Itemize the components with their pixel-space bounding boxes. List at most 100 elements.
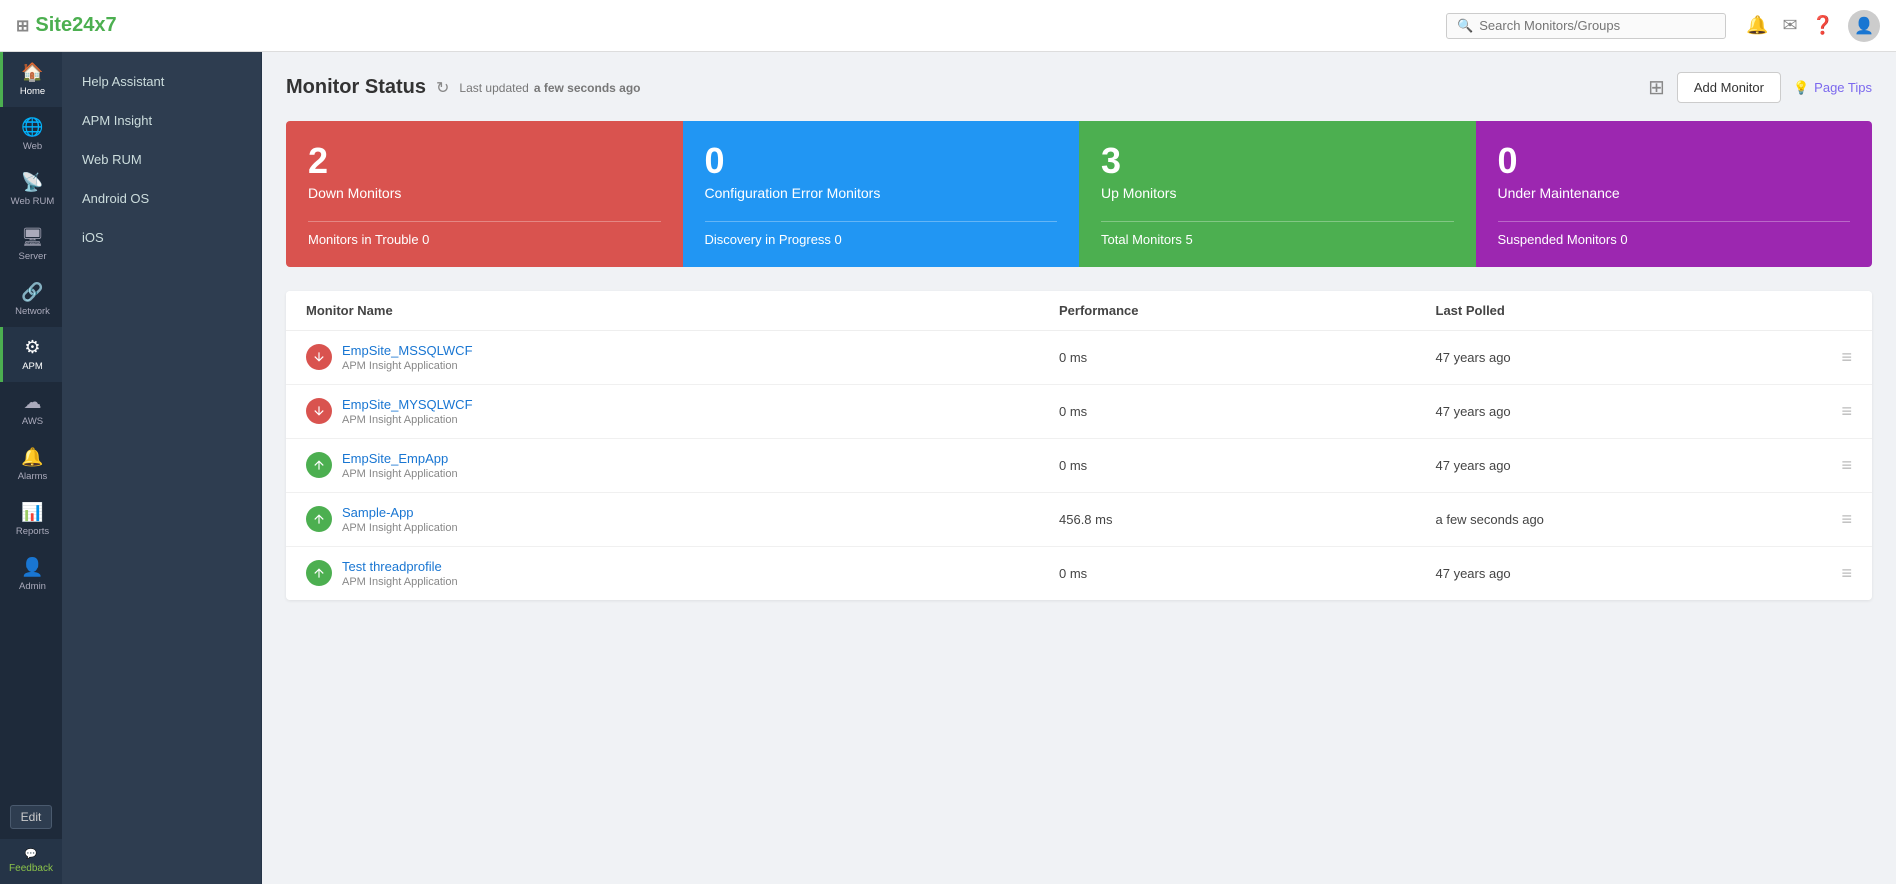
table-row: Test threadprofile APM Insight Applicati… xyxy=(286,547,1872,600)
sidebar: 🏠 Home 🌐 Web 📡 Web RUM 🖥 Server 🔗 Networ… xyxy=(0,52,62,884)
sidebar-item-network[interactable]: 🔗 Network xyxy=(0,272,62,327)
reports-icon: 📊 xyxy=(21,502,43,523)
last-polled-value: 47 years ago xyxy=(1436,458,1813,473)
notifications-icon[interactable]: 🔔 xyxy=(1746,15,1768,36)
up-monitors-label: Up Monitors xyxy=(1101,185,1454,201)
lightbulb-icon: 💡 xyxy=(1793,80,1809,96)
monitor-name-cell: EmpSite_MYSQLWCF APM Insight Application xyxy=(306,397,1059,426)
server-icon: 🖥 xyxy=(21,227,44,248)
sidebar-edit-button[interactable]: Edit xyxy=(10,805,53,829)
config-error-label: Configuration Error Monitors xyxy=(705,185,1058,201)
last-polled-value: 47 years ago xyxy=(1436,404,1813,419)
row-menu[interactable]: ≡ xyxy=(1812,401,1852,422)
monitor-name-link[interactable]: EmpSite_MSSQLWCF xyxy=(342,343,473,358)
page-tips-button[interactable]: 💡 Page Tips xyxy=(1793,80,1872,96)
sidebar-label-network: Network xyxy=(15,306,50,317)
col-header-name: Monitor Name xyxy=(306,303,1059,318)
sidebar-label-home: Home xyxy=(20,86,45,97)
nav-item-android-os[interactable]: Android OS xyxy=(62,179,261,218)
page-tips-label: Page Tips xyxy=(1814,80,1872,95)
monitor-name-link[interactable]: Test threadprofile xyxy=(342,559,458,574)
webrum-icon: 📡 xyxy=(21,172,43,193)
sidebar-item-web[interactable]: 🌐 Web xyxy=(0,107,62,162)
row-menu[interactable]: ≡ xyxy=(1812,563,1852,584)
table-row: EmpSite_EmpApp APM Insight Application 0… xyxy=(286,439,1872,493)
feedback-icon: 💬 xyxy=(25,849,37,860)
row-menu[interactable]: ≡ xyxy=(1812,509,1852,530)
sidebar-label-webrum: Web RUM xyxy=(11,196,55,207)
web-icon: 🌐 xyxy=(21,117,43,138)
aws-icon: ☁ xyxy=(24,392,42,413)
row-menu[interactable]: ≡ xyxy=(1812,347,1852,368)
col-header-last-polled: Last Polled xyxy=(1436,303,1813,318)
page-header-right: ⊞ Add Monitor 💡 Page Tips xyxy=(1648,72,1872,103)
monitor-type: APM Insight Application xyxy=(342,522,458,534)
sidebar-item-reports[interactable]: 📊 Reports xyxy=(0,492,62,547)
grid-view-button[interactable]: ⊞ xyxy=(1648,75,1665,100)
nav-item-help-assistant[interactable]: Help Assistant xyxy=(62,62,261,101)
sidebar-item-alarms[interactable]: 🔔 Alarms xyxy=(0,437,62,492)
up-monitors-number: 3 xyxy=(1101,141,1454,181)
discovery-in-progress: Discovery in Progress 0 xyxy=(705,221,1058,247)
search-icon: 🔍 xyxy=(1457,18,1473,34)
sidebar-feedback[interactable]: 💬 Feedback xyxy=(0,839,62,884)
logo[interactable]: ⊞ Site24x7 xyxy=(16,14,117,37)
performance-value: 0 ms xyxy=(1059,350,1436,365)
topbar: ⊞ Site24x7 🔍 🔔 ✉ ❓ 👤 xyxy=(0,0,1896,52)
monitor-name-cell: Sample-App APM Insight Application xyxy=(306,505,1059,534)
performance-value: 0 ms xyxy=(1059,566,1436,581)
sidebar-item-apm[interactable]: ⚙ APM xyxy=(0,327,62,382)
search-input[interactable] xyxy=(1479,18,1715,33)
status-dot-up xyxy=(306,506,332,532)
sidebar-label-reports: Reports xyxy=(16,526,49,537)
last-polled-value: 47 years ago xyxy=(1436,566,1813,581)
apm-icon: ⚙ xyxy=(24,337,40,358)
total-monitors: Total Monitors 5 xyxy=(1101,221,1454,247)
nav-item-apm-insight[interactable]: APM Insight xyxy=(62,101,261,140)
status-dot-down xyxy=(306,398,332,424)
row-menu[interactable]: ≡ xyxy=(1812,455,1852,476)
maintenance-number: 0 xyxy=(1498,141,1851,181)
avatar[interactable]: 👤 xyxy=(1848,10,1880,42)
sidebar-label-apm: APM xyxy=(22,361,43,372)
monitor-name-cell: EmpSite_MSSQLWCF APM Insight Application xyxy=(306,343,1059,372)
logo-text: Site24x7 xyxy=(35,14,116,37)
status-dot-up xyxy=(306,452,332,478)
status-card-up[interactable]: 3 Up Monitors Total Monitors 5 xyxy=(1079,121,1476,267)
mail-icon[interactable]: ✉ xyxy=(1782,15,1797,36)
monitor-name-link[interactable]: Sample-App xyxy=(342,505,458,520)
refresh-text: Last updated xyxy=(459,81,528,95)
content-area: Monitor Status ↻ Last updated a few seco… xyxy=(262,52,1896,884)
monitor-type: APM Insight Application xyxy=(342,468,458,480)
sidebar-item-server[interactable]: 🖥 Server xyxy=(0,217,62,272)
suspended-monitors: Suspended Monitors 0 xyxy=(1498,221,1851,247)
status-card-config-error[interactable]: 0 Configuration Error Monitors Discovery… xyxy=(683,121,1080,267)
table-header: Monitor Name Performance Last Polled xyxy=(286,291,1872,331)
sidebar-item-aws[interactable]: ☁ AWS xyxy=(0,382,62,437)
maintenance-label: Under Maintenance xyxy=(1498,185,1851,201)
help-icon[interactable]: ❓ xyxy=(1812,15,1834,36)
sidebar-item-webrum[interactable]: 📡 Web RUM xyxy=(0,162,62,217)
add-monitor-button[interactable]: Add Monitor xyxy=(1677,72,1781,103)
monitor-name-link[interactable]: EmpSite_EmpApp xyxy=(342,451,458,466)
refresh-info: Last updated a few seconds ago xyxy=(459,81,640,95)
monitor-name-cell: Test threadprofile APM Insight Applicati… xyxy=(306,559,1059,588)
admin-icon: 👤 xyxy=(21,557,43,578)
status-card-maintenance[interactable]: 0 Under Maintenance Suspended Monitors 0 xyxy=(1476,121,1873,267)
monitor-name-link[interactable]: EmpSite_MYSQLWCF xyxy=(342,397,473,412)
down-monitors-number: 2 xyxy=(308,141,661,181)
alarms-icon: 🔔 xyxy=(21,447,43,468)
search-bar[interactable]: 🔍 xyxy=(1446,13,1726,39)
monitor-type: APM Insight Application xyxy=(342,414,473,426)
monitor-type: APM Insight Application xyxy=(342,360,473,372)
status-card-down[interactable]: 2 Down Monitors Monitors in Trouble 0 xyxy=(286,121,683,267)
home-icon: 🏠 xyxy=(21,62,43,83)
nav-item-ios[interactable]: iOS xyxy=(62,218,261,257)
sidebar-item-admin[interactable]: 👤 Admin xyxy=(0,547,62,602)
monitor-table: Monitor Name Performance Last Polled Emp… xyxy=(286,291,1872,600)
nav-item-web-rum[interactable]: Web RUM xyxy=(62,140,261,179)
page-header-left: Monitor Status ↻ Last updated a few seco… xyxy=(286,76,641,99)
refresh-icon[interactable]: ↻ xyxy=(436,78,449,98)
monitor-type: APM Insight Application xyxy=(342,576,458,588)
sidebar-item-home[interactable]: 🏠 Home xyxy=(0,52,62,107)
